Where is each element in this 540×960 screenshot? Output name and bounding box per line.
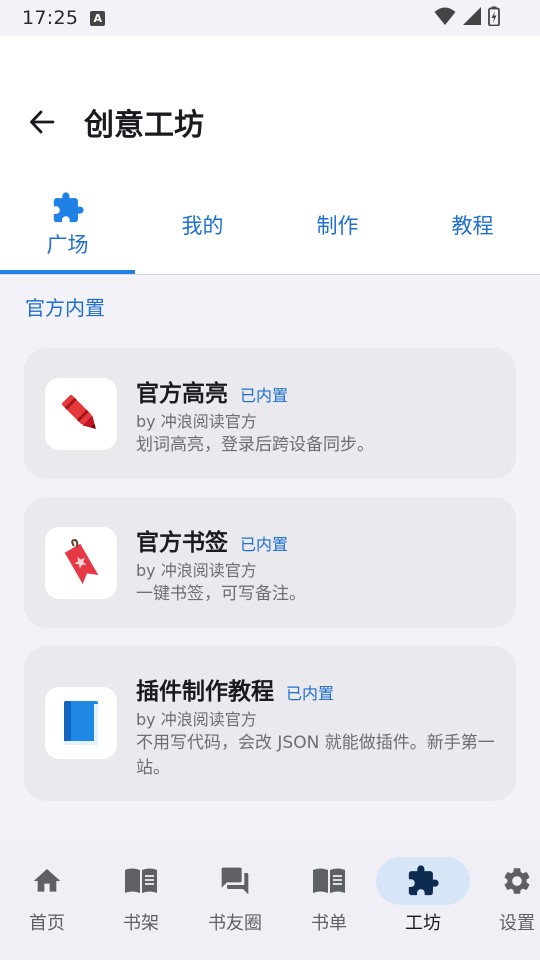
plugin-card-highlight[interactable]: 官方高亮 已内置 by 冲浪阅读官方 划词高亮，登录后跨设备同步。 xyxy=(24,348,516,479)
tab-mine[interactable]: 我的 xyxy=(135,176,270,274)
plugin-author: by 冲浪阅读官方 xyxy=(136,561,257,580)
chat-icon xyxy=(221,867,249,895)
home-icon xyxy=(33,869,61,892)
installed-badge: 已内置 xyxy=(240,535,289,554)
plugin-author: by 冲浪阅读官方 xyxy=(136,412,257,431)
status-time: 17:25 xyxy=(22,7,79,29)
puzzle-icon xyxy=(408,865,439,896)
installed-badge: 已内置 xyxy=(286,684,335,703)
plugin-icon-box xyxy=(45,527,117,599)
nav-home[interactable]: 首页 xyxy=(0,840,94,960)
divider xyxy=(0,274,540,275)
plugin-description: 不用写代码，会改 JSON 就能做插件。新手第一站。 xyxy=(136,733,495,778)
nav-label: 首页 xyxy=(29,913,65,934)
plugin-card-tutorial[interactable]: 插件制作教程 已内置 by 冲浪阅读官方 不用写代码，会改 JSON 就能做插件。… xyxy=(24,646,516,801)
gear-icon xyxy=(504,868,530,894)
nav-icon-container xyxy=(0,857,94,905)
tab-label: 广场 xyxy=(46,233,89,257)
nav-icon-container xyxy=(470,857,540,905)
nav-label: 书架 xyxy=(123,913,159,934)
plugin-title: 插件制作教程 已内置 xyxy=(136,672,334,706)
nav-book-friends[interactable]: 书友圈 xyxy=(188,840,282,960)
nav-label: 书单 xyxy=(311,913,347,934)
plugin-author: by 冲浪阅读官方 xyxy=(136,710,257,729)
tab-tutorial[interactable]: 教程 xyxy=(405,176,540,274)
plugin-description: 划词高亮，登录后跨设备同步。 xyxy=(136,435,374,455)
nav-booklist[interactable]: 书单 xyxy=(282,840,376,960)
nav-icon-container xyxy=(376,857,470,905)
tab-bar: 广场 我的 制作 教程 xyxy=(0,176,540,274)
wifi-icon xyxy=(434,7,456,25)
bottom-navigation: 首页 书架 书友圈 书单 工坊 设置 xyxy=(0,840,540,960)
plugin-icon-box xyxy=(45,378,117,450)
plugin-card-bookmark[interactable]: 官方书签 已内置 by 冲浪阅读官方 一键书签，可写备注。 xyxy=(24,497,516,628)
nav-label: 工坊 xyxy=(405,913,441,934)
plugin-title: 官方书签 已内置 xyxy=(136,523,288,557)
plugin-title-text: 官方书签 xyxy=(136,530,228,556)
crayon-icon xyxy=(62,395,96,429)
signal-icon xyxy=(463,7,481,25)
plugin-title: 官方高亮 已内置 xyxy=(136,374,288,408)
plugin-description: 一键书签，可写备注。 xyxy=(136,584,306,604)
plugin-title-text: 官方高亮 xyxy=(136,381,228,407)
section-title: 官方内置 xyxy=(25,296,105,320)
accessibility-badge: A xyxy=(90,10,106,26)
back-button[interactable] xyxy=(22,102,62,142)
nav-workshop[interactable]: 工坊 xyxy=(376,840,470,960)
nav-icon-container xyxy=(188,857,282,905)
nav-icon-container xyxy=(282,857,376,905)
page-title: 创意工坊 xyxy=(84,108,204,143)
plugin-icon-box xyxy=(45,687,117,759)
book-icon xyxy=(64,701,98,745)
nav-label: 设置 xyxy=(499,913,535,934)
plugin-title-text: 插件制作教程 xyxy=(136,679,274,705)
nav-label: 书友圈 xyxy=(208,913,262,934)
nav-bookshelf[interactable]: 书架 xyxy=(94,840,188,960)
puzzle-icon xyxy=(53,192,84,223)
nav-icon-container xyxy=(94,857,188,905)
arrow-left-icon xyxy=(30,110,55,134)
app-bar: 创意工坊 广场 我的 制作 教程 xyxy=(0,36,540,274)
status-indicators xyxy=(434,6,500,26)
status-bar: 17:25 A xyxy=(0,0,540,36)
nav-settings[interactable]: 设置 xyxy=(470,840,540,960)
bookmark-icon xyxy=(64,538,99,584)
battery-icon xyxy=(488,6,500,26)
open-book-icon xyxy=(313,868,345,893)
installed-badge: 已内置 xyxy=(240,386,289,405)
open-book-icon xyxy=(125,868,157,893)
tab-make[interactable]: 制作 xyxy=(270,176,405,274)
tab-label: 制作 xyxy=(316,214,359,238)
tab-label: 我的 xyxy=(181,214,224,238)
tab-square[interactable]: 广场 xyxy=(0,176,135,274)
tab-label: 教程 xyxy=(451,214,494,238)
